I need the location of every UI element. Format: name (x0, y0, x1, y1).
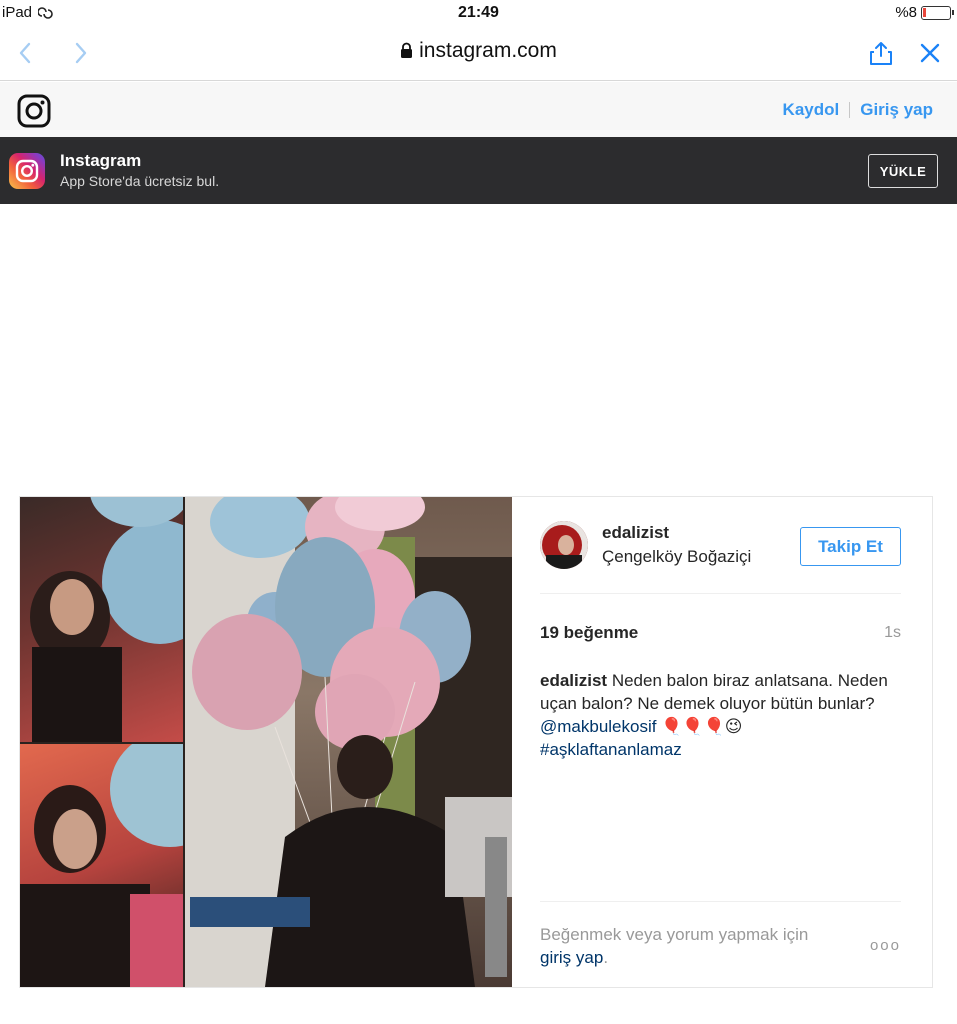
status-right: %8 (895, 4, 954, 21)
camera-glyph-icon (15, 159, 39, 183)
url-text: instagram.com (419, 39, 557, 62)
share-icon (870, 42, 892, 65)
post-author: edalizist Çengelköy Boğaziçi (540, 521, 751, 569)
share-button[interactable] (866, 38, 896, 68)
collage-tile-top-left (20, 497, 183, 742)
caption-username[interactable]: edalizist (540, 671, 607, 690)
more-options-button[interactable]: ooo (870, 937, 901, 954)
banner-app-title: Instagram (60, 151, 142, 170)
collage-tile-main (185, 497, 512, 987)
battery-percent: %8 (895, 4, 917, 21)
browser-toolbar: instagram.com (0, 26, 957, 81)
login-prompt: Beğenmek veya yorum yapmak için giriş ya… (540, 923, 840, 969)
login-prompt-text: Beğenmek veya yorum yapmak için (540, 925, 809, 944)
post-photo[interactable] (20, 497, 512, 987)
close-tab-button[interactable] (915, 38, 945, 68)
author-username[interactable]: edalizist (602, 523, 751, 543)
header-divider (540, 593, 901, 594)
avatar[interactable] (540, 521, 588, 569)
login-prompt-suffix: . (603, 948, 609, 967)
address-bar[interactable]: instagram.com (0, 39, 957, 63)
balloon-scene-image (30, 497, 183, 742)
instagram-glyph-icon (17, 94, 51, 128)
caption-mention[interactable]: @makbulekosif (540, 717, 656, 736)
battery-icon (921, 5, 954, 20)
clock: 21:49 (458, 4, 499, 21)
caption-hashtag[interactable]: #aşklaftananlamaz (540, 740, 682, 759)
login-link[interactable]: Giriş yap (860, 100, 933, 120)
caption-emoji: 🎈🎈🎈😉 (661, 717, 743, 736)
post-age[interactable]: 1s (884, 624, 901, 642)
avatar-image (540, 521, 588, 569)
follow-button[interactable]: Takip Et (800, 527, 901, 566)
like-count[interactable]: 19 beğenme (540, 623, 638, 643)
lock-icon (401, 42, 413, 58)
post-caption: edalizist Neden balon biraz anlatsana. N… (540, 669, 905, 761)
instagram-header: Kaydol Giriş yap (0, 82, 957, 137)
balloon-portrait-image (20, 744, 183, 987)
instagram-logo[interactable] (17, 94, 51, 133)
status-bar: iPad 21:49 %8 (0, 0, 957, 26)
banner-subtitle: App Store'da ücretsiz bul. (60, 173, 220, 189)
post-card: edalizist Çengelköy Boğaziçi Takip Et 19… (19, 496, 933, 988)
login-prompt-link[interactable]: giriş yap (540, 948, 603, 967)
post-location[interactable]: Çengelköy Boğaziçi (602, 547, 751, 567)
app-store-banner: Instagram App Store'da ücretsiz bul. YÜK… (0, 137, 957, 204)
comments-divider (540, 901, 901, 902)
collage-tile-bottom-left (20, 744, 183, 987)
post-details: edalizist Çengelköy Boğaziçi Takip Et 19… (512, 497, 932, 987)
close-icon (920, 43, 940, 63)
instagram-app-icon (9, 153, 45, 189)
author-text: edalizist Çengelköy Boğaziçi (602, 523, 751, 567)
signup-link[interactable]: Kaydol (783, 100, 840, 120)
install-button[interactable]: YÜKLE (868, 154, 938, 188)
auth-separator (849, 102, 851, 118)
balloon-bouquet-image (185, 497, 512, 987)
auth-links: Kaydol Giriş yap (783, 100, 933, 120)
